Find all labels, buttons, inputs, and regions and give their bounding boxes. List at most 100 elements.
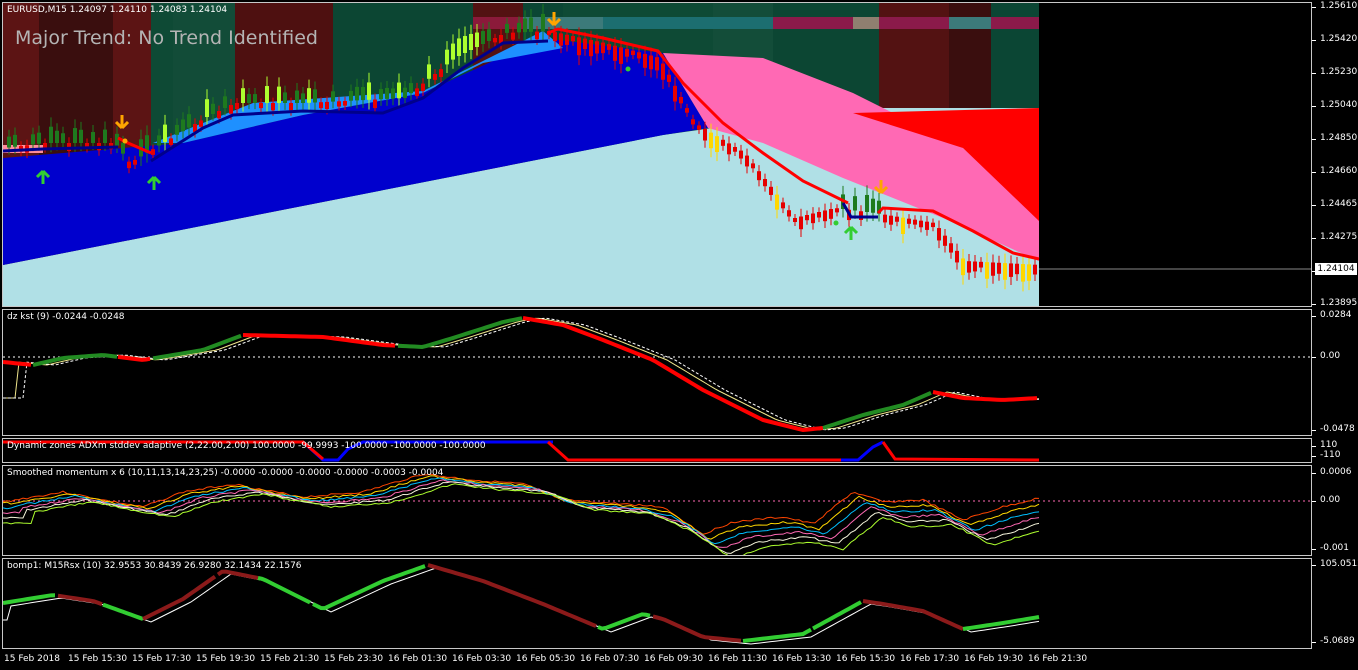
candle-body	[43, 143, 47, 149]
time-axis-label: 16 Feb 05:30	[516, 654, 576, 664]
zone-strip-cell	[523, 17, 603, 29]
candle-body	[385, 87, 389, 99]
candle-body	[553, 32, 557, 42]
time-axis-label: 15 Feb 19:30	[196, 654, 256, 664]
candle-body	[979, 261, 983, 268]
candle-body	[823, 210, 827, 222]
candle-body	[55, 130, 59, 143]
momentum-axis-tick-mark	[1312, 473, 1316, 474]
candle-body	[205, 99, 209, 117]
time-axis-label: 16 Feb 01:30	[388, 654, 448, 664]
candle-body	[919, 220, 923, 228]
kst-rising-segment	[822, 391, 932, 430]
candle-body	[577, 37, 581, 56]
rsx-falling-segment	[142, 574, 217, 621]
adx-axis-tick-label: 110	[1320, 440, 1338, 450]
candle-body	[745, 155, 749, 167]
candle-body	[637, 52, 641, 59]
price-axis-tick-label: 1.24275	[1320, 232, 1358, 242]
kst-axis-tick-label: -0.0478	[1320, 424, 1355, 434]
time-axis-label: 15 Feb 15:30	[68, 654, 128, 664]
candle-body	[169, 138, 173, 146]
candle-body	[523, 18, 527, 33]
kst-pane[interactable]: dz kst (9) -0.0244 -0.0248	[2, 309, 1312, 436]
candle-body	[751, 163, 755, 169]
candle-body	[901, 217, 905, 235]
candle-body	[889, 215, 893, 225]
rsx-rising-segment	[812, 600, 862, 631]
kst-axis-tick-label: 0.00	[1320, 351, 1341, 361]
candle-body	[487, 29, 491, 41]
candle-body	[343, 101, 347, 106]
adx-red-line	[881, 441, 1040, 462]
price-axis-tick-mark	[1312, 172, 1316, 173]
price-axis-tick-label: 1.25420	[1320, 34, 1358, 44]
rsx-axis-tick-label: 105.0512	[1320, 559, 1358, 569]
price-axis-tick-mark	[1312, 106, 1316, 107]
candle-body	[409, 83, 413, 94]
adx-label: Dynamic zones ADXm stddev adaptive (2,22…	[7, 441, 486, 451]
candle-body	[61, 133, 65, 143]
candle-body	[835, 208, 839, 213]
adx-axis-tick-mark	[1312, 446, 1316, 447]
momentum-label: Smoothed momentum x 6 (10,11,13,14,23,25…	[7, 468, 444, 478]
candle-body	[787, 210, 791, 217]
kst-falling-segment	[3, 360, 32, 367]
candle-body	[337, 101, 341, 107]
candle-body	[757, 171, 761, 181]
rsx-label: bomp1: M15Rsx (10) 32.9553 30.8439 26.92…	[7, 561, 302, 571]
rsx-pane[interactable]: bomp1: M15Rsx (10) 32.9553 30.8439 26.92…	[2, 558, 1312, 649]
adx-axis: 110 -110	[1312, 438, 1358, 463]
candle-body	[865, 194, 869, 212]
candle-body	[253, 94, 257, 103]
candle-body	[79, 129, 83, 143]
candle-body	[199, 120, 203, 127]
candle-body	[331, 91, 335, 102]
candle-body	[187, 114, 191, 128]
adx-axis-tick-mark	[1312, 456, 1316, 457]
adx-blue-line	[841, 440, 884, 462]
momentum-canvas	[3, 473, 1311, 555]
momentum-pane[interactable]: Smoothed momentum x 6 (10,11,13,14,23,25…	[2, 465, 1312, 556]
candle-body	[613, 45, 617, 61]
candle-body	[31, 134, 35, 145]
candle-body	[715, 136, 719, 153]
candle-body	[457, 38, 461, 56]
candle-body	[427, 64, 431, 79]
momentum-axis-tick-mark	[1312, 549, 1316, 550]
adx-red-line	[546, 440, 843, 462]
candle-body	[1015, 263, 1019, 275]
candle-body	[301, 93, 305, 103]
candle-body	[403, 87, 407, 98]
price-axis-tick-label: 1.25610	[1320, 1, 1358, 11]
time-axis-label: 15 Feb 17:30	[132, 654, 192, 664]
candle-body	[679, 97, 683, 104]
candle-body	[949, 243, 953, 253]
candle-body	[619, 47, 623, 64]
candle-body	[583, 38, 587, 50]
adx-pane[interactable]: Dynamic zones ADXm stddev adaptive (2,22…	[2, 438, 1312, 463]
candle-body	[973, 261, 977, 272]
adx-axis-tick-label: -110	[1320, 450, 1341, 460]
candle-body	[1003, 263, 1007, 280]
candle-body	[997, 262, 1001, 274]
candle-body	[313, 89, 317, 103]
price-axis-tick-label: 1.25040	[1320, 100, 1358, 110]
candle-body	[223, 96, 227, 108]
signal-dot	[625, 66, 631, 72]
candle-body	[157, 135, 161, 146]
candle-body	[349, 90, 353, 101]
rsx-axis-tick-mark	[1312, 642, 1316, 643]
kst-axis-tick-mark	[1312, 430, 1316, 431]
price-axis-tick-mark	[1312, 7, 1316, 8]
candle-body	[853, 196, 857, 211]
signal-dot	[833, 220, 839, 226]
candle-body	[883, 214, 887, 223]
price-chart-pane[interactable]: EURUSD,M15 1.24097 1.24110 1.24083 1.241…	[2, 2, 1312, 307]
candle-body	[649, 55, 653, 70]
candle-body	[931, 222, 935, 228]
candle-body	[265, 86, 269, 103]
rsx-axis-tick-mark	[1312, 565, 1316, 566]
time-axis-label: 16 Feb 21:30	[1028, 654, 1088, 664]
candle-body	[631, 50, 635, 55]
